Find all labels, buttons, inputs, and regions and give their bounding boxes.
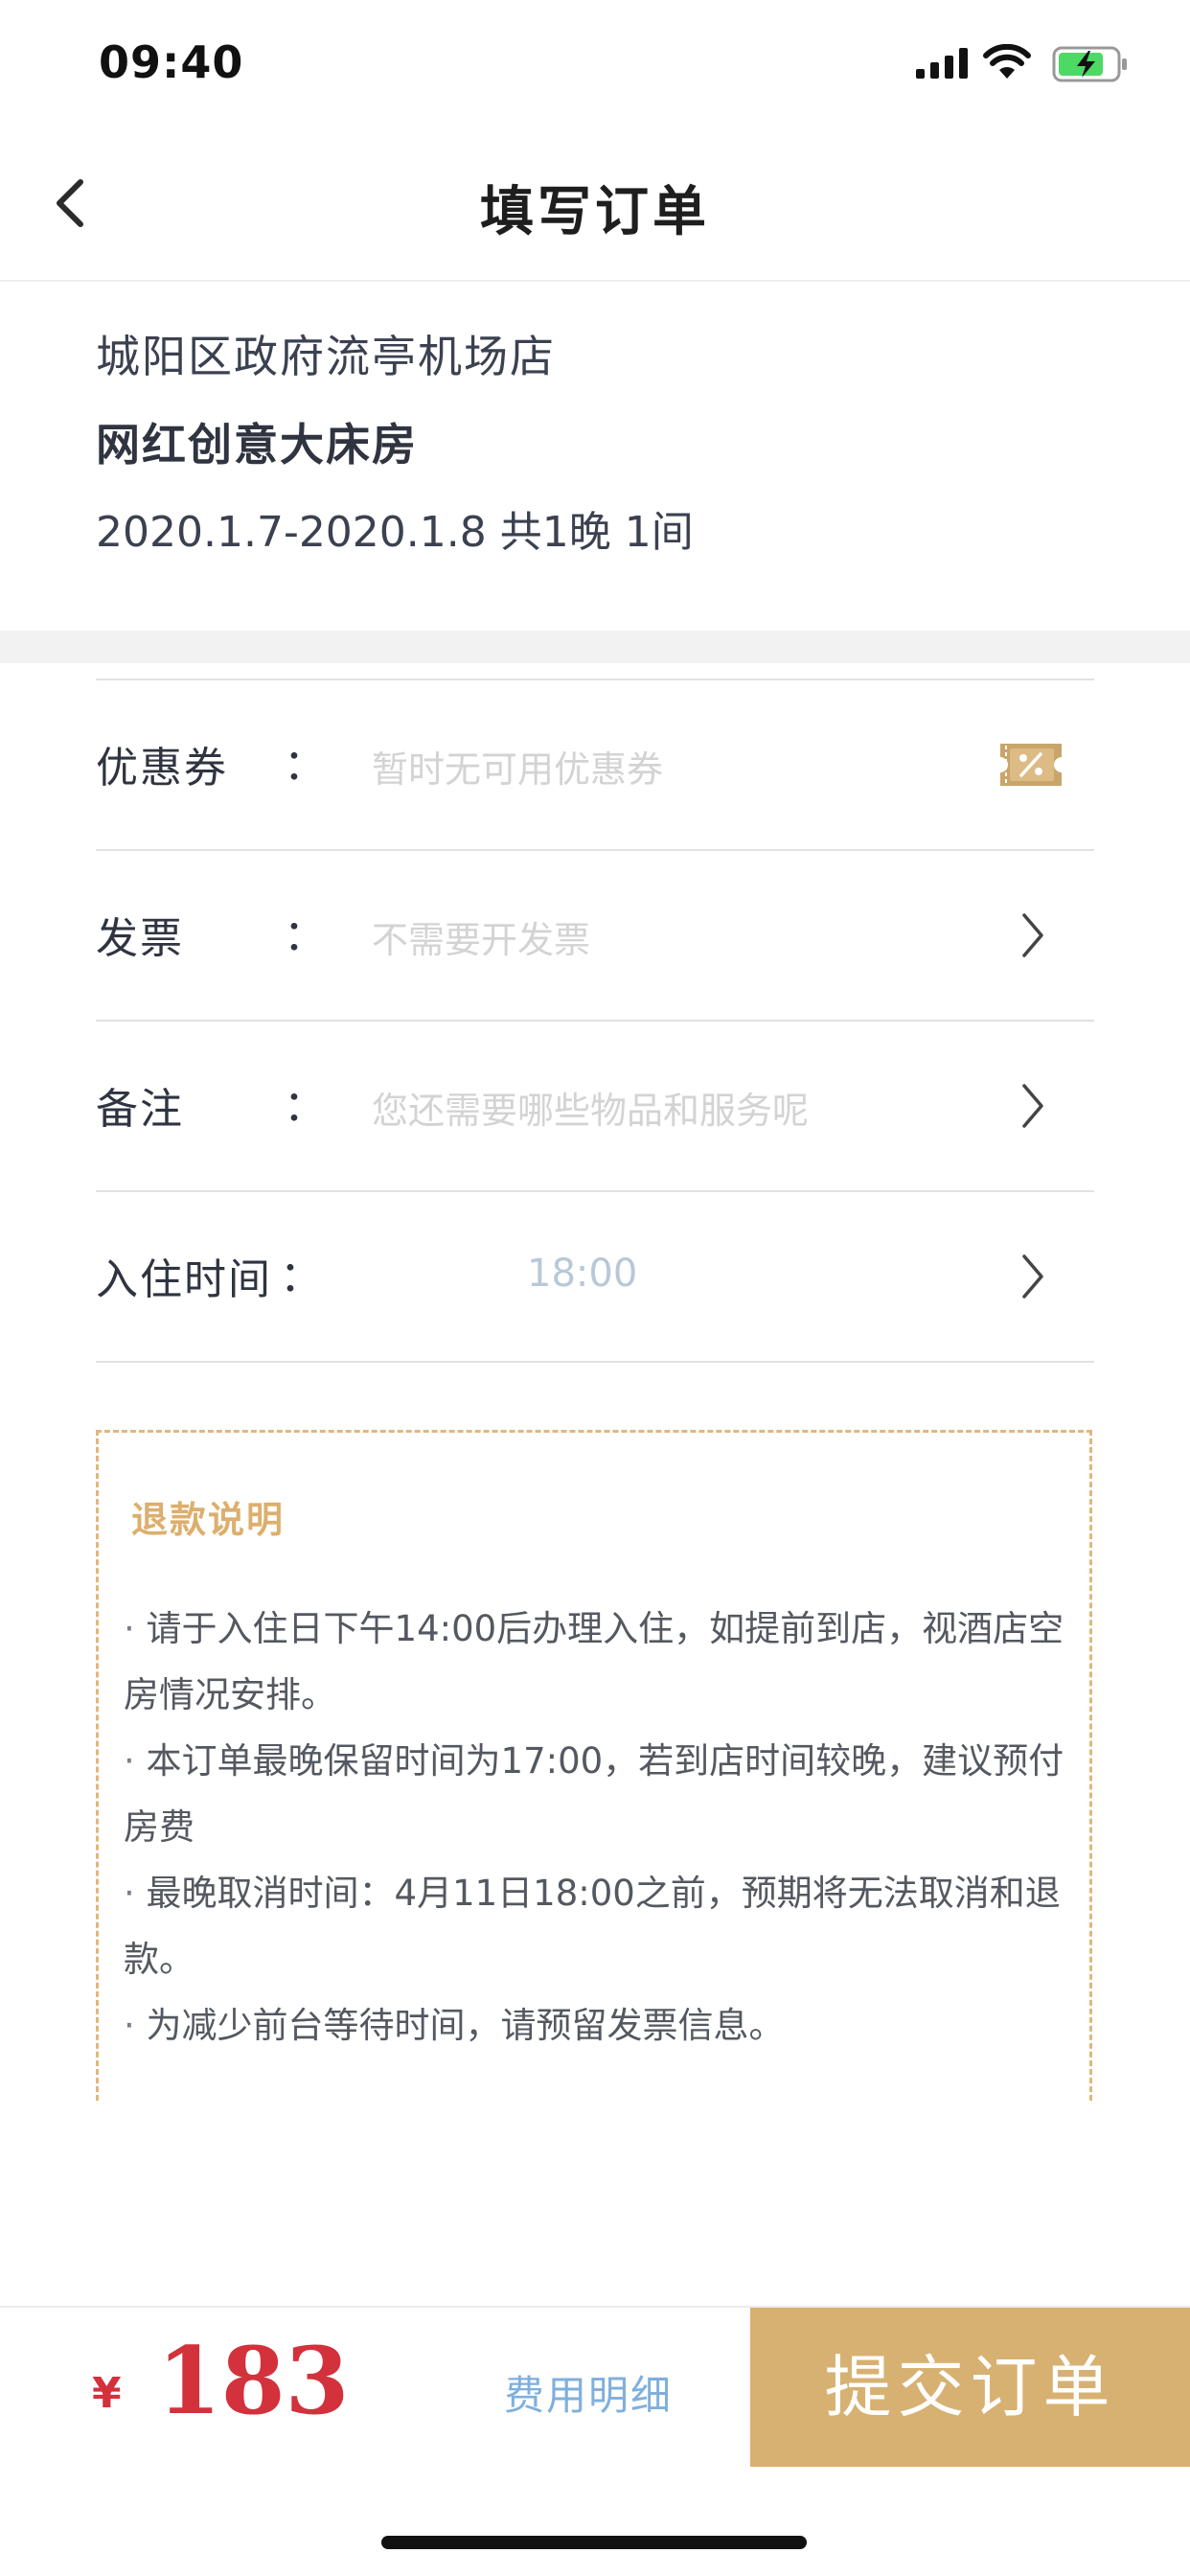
total-price: 183: [157, 2327, 350, 2435]
chevron-right-icon[interactable]: [1019, 1081, 1046, 1131]
checkin-time-value: 18:00: [527, 1252, 638, 1296]
hotel-info: 城阳区政府流亭机场店 网红创意大床房 2020.1.7-2020.1.8 共1晚…: [96, 326, 1092, 564]
bottom-bar: ¥ 183 费用明细 提交订单: [0, 2306, 1190, 2469]
price-currency: ¥: [92, 2369, 122, 2418]
coupon-label: 优惠券: [96, 744, 228, 793]
coupon-colon: ：: [284, 741, 326, 790]
section-divider: [0, 631, 1190, 663]
coupon-row[interactable]: 优惠券 ： 暂时无可用优惠券: [96, 678, 1094, 849]
invoice-label: 发票: [96, 914, 184, 963]
home-indicator: [381, 2536, 807, 2549]
remarks-row[interactable]: 备注 ： 您还需要哪些物品和服务呢: [96, 1020, 1094, 1190]
order-form: 优惠券 ： 暂时无可用优惠券 发票 ： 不需要开发票 备注 ： 您还需要哪些物品…: [96, 678, 1094, 1363]
remarks-label: 备注: [96, 1085, 184, 1134]
coupon-placeholder: 暂时无可用优惠券: [372, 748, 664, 791]
refund-item: 最晚取消时间：4月11日18:00之前，预期将无法取消和退款。: [124, 1860, 1082, 1992]
cellular-signal-icon: [916, 48, 968, 79]
invoice-placeholder: 不需要开发票: [372, 919, 591, 961]
fee-detail-link[interactable]: 费用明细: [504, 2363, 673, 2422]
checkin-time-label: 入住时间: [96, 1255, 272, 1304]
remarks-colon: ：: [284, 1082, 326, 1131]
coupon-ticket-icon[interactable]: [996, 740, 1065, 790]
refund-item: 本订单最晚保留时间为17:00，若到店时间较晚，建议预付房费: [124, 1728, 1082, 1860]
checkin-time-colon: ：: [280, 1253, 322, 1301]
stay-dates: 2020.1.7-2020.1.8 共1晚 1间: [96, 508, 694, 557]
status-bar: 09:40: [0, 0, 1190, 126]
refund-title: 退款说明: [131, 1499, 286, 1541]
wifi-icon: [983, 44, 1031, 79]
room-type: 网红创意大床房: [96, 419, 418, 471]
nav-bar: 填写订单: [0, 126, 1190, 282]
checkin-time-row[interactable]: 入住时间 ： 18:00: [96, 1190, 1094, 1363]
status-time: 09:40: [99, 36, 244, 88]
chevron-right-icon[interactable]: [1019, 1252, 1046, 1301]
refund-item: 请于入住日下午14:00后办理入住，如提前到店，视酒店空房情况安排。: [124, 1596, 1082, 1728]
submit-order-button[interactable]: 提交订单: [750, 2308, 1190, 2467]
refund-notice: 退款说明 请于入住日下午14:00后办理入住，如提前到店，视酒店空房情况安排。 …: [96, 1430, 1092, 2101]
chevron-right-icon[interactable]: [1019, 910, 1046, 960]
invoice-colon: ：: [284, 911, 326, 960]
invoice-row[interactable]: 发票 ： 不需要开发票: [96, 849, 1094, 1020]
page-title: 填写订单: [480, 181, 710, 243]
refund-item: 为减少前台等待时间，请预留发票信息。: [124, 1992, 1082, 2058]
hotel-name: 城阳区政府流亭机场店: [96, 331, 556, 382]
refund-list: 请于入住日下午14:00后办理入住，如提前到店，视酒店空房情况安排。 本订单最晚…: [124, 1596, 1082, 2058]
remarks-placeholder: 您还需要哪些物品和服务呢: [372, 1090, 810, 1132]
battery-charging-icon: [1052, 46, 1127, 82]
